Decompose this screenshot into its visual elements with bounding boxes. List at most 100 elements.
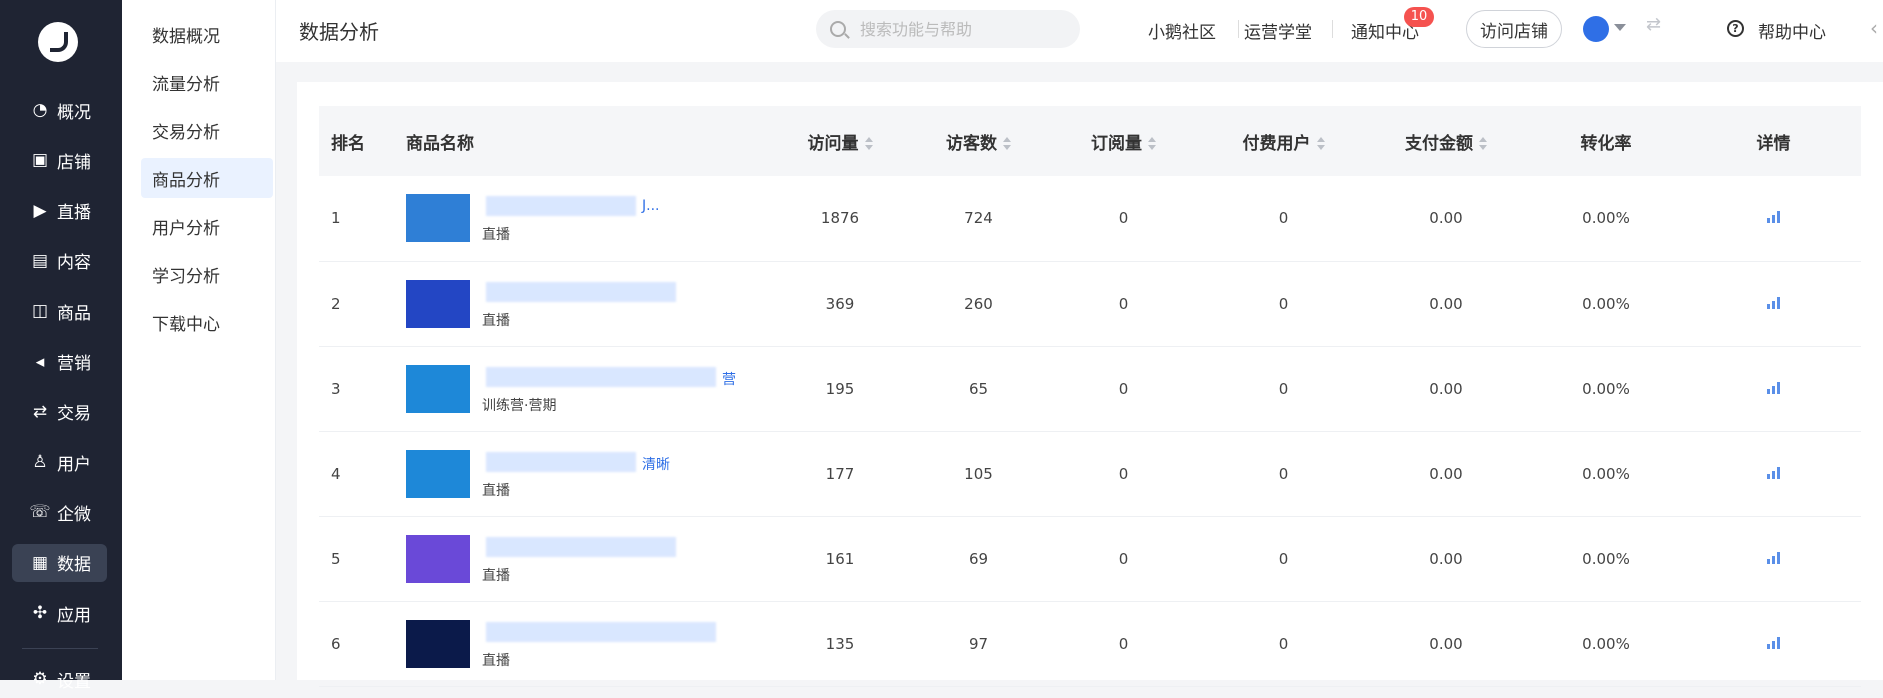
search-icon [830, 21, 846, 37]
table-row[interactable]: 3 营训练营·营期 195 65 0 0 0.00 0.00% [319, 346, 1861, 431]
academy-link[interactable]: 运营学堂 [1244, 18, 1312, 43]
blurred-text [486, 451, 636, 472]
visits-cell: 177 [825, 464, 855, 483]
nav-item-data[interactable]: ▦ 数据 [12, 543, 107, 582]
product-thumbnail[interactable] [406, 619, 470, 668]
table-row[interactable]: 2 直播 369 260 0 0 0.00 0.00% [319, 261, 1861, 346]
subnav-item[interactable]: 数据概况 [141, 14, 273, 54]
nav-item-wecom[interactable]: ☏ 企微 [12, 493, 107, 531]
nav-item-label: 交易 [57, 404, 91, 425]
product-name-link[interactable]: 营 [722, 369, 736, 389]
nav-item-apps[interactable]: ✣ 应用 [12, 594, 107, 632]
trend-chart-icon[interactable] [1766, 465, 1782, 479]
app-logo[interactable] [38, 22, 78, 62]
marketing-icon: ◂ [35, 351, 45, 372]
amount-cell: 0.00 [1429, 634, 1463, 653]
product-type: 直播 [482, 652, 510, 669]
nav-item-marketing[interactable]: ◂ 营销 [12, 343, 107, 381]
content-icon: ▤ [31, 250, 49, 271]
nav-item-goods[interactable]: ◫ 商品 [12, 292, 107, 330]
nav-item-live[interactable]: ▶ 直播 [12, 192, 107, 230]
product-type: 训练营·营期 [482, 397, 557, 414]
subnav-item[interactable]: 商品分析 [141, 158, 273, 198]
blurred-text [486, 366, 716, 387]
trend-chart-icon[interactable] [1766, 550, 1782, 564]
product-type: 直播 [482, 482, 510, 499]
trend-chart-icon[interactable] [1766, 295, 1782, 309]
content-card: 排名 商品名称 访问量 访客数 订阅量 付费用户 支付金额 转化率 详情 1 J.… [297, 82, 1883, 686]
subnav-item[interactable]: 学习分析 [141, 254, 273, 294]
col-rank: 排名 [331, 133, 365, 154]
subnav-item[interactable]: 交易分析 [141, 110, 273, 150]
avatar[interactable] [1583, 16, 1609, 42]
product-cell: J... 直播 [394, 176, 769, 261]
table-row[interactable]: 1 J... 直播 1876 724 0 0 0.00 0.00% [319, 176, 1861, 261]
col-subs[interactable]: 订阅量 [1046, 106, 1201, 176]
detail-cell [1686, 431, 1861, 516]
sort-icon[interactable] [864, 136, 873, 151]
table-row[interactable]: 6 直播 135 97 0 0 0.00 0.00% [319, 601, 1861, 686]
chevron-down-icon[interactable] [1614, 24, 1626, 31]
visitors-cell: 97 [968, 634, 989, 653]
nav-item-trade[interactable]: ⇄ 交易 [12, 393, 107, 431]
page-title: 数据分析 [299, 20, 379, 44]
col-visits[interactable]: 访问量 [769, 106, 911, 176]
nav-item-users[interactable]: ♙ 用户 [12, 443, 107, 481]
nav-item-label: 用户 [57, 454, 91, 475]
search-input[interactable] [858, 18, 1062, 40]
visits-cell: 161 [825, 549, 855, 568]
visits-cell: 195 [825, 379, 855, 398]
data-icon: ▦ [31, 552, 49, 573]
product-name-link[interactable]: 清晰 [642, 454, 670, 474]
sort-icon[interactable] [1479, 136, 1487, 151]
subnav-item[interactable]: 下载中心 [141, 302, 273, 342]
product-name-link[interactable]: J... [642, 198, 659, 214]
table-row[interactable]: 4 清晰 直播 177 105 0 0 0.00 0.00% [319, 431, 1861, 516]
visitors-cell: 69 [968, 549, 989, 568]
trend-chart-icon[interactable] [1766, 380, 1782, 394]
community-link[interactable]: 小鹅社区 [1148, 18, 1216, 43]
nav-item-content[interactable]: ▤ 内容 [12, 242, 107, 280]
search-box[interactable] [816, 10, 1080, 48]
subnav-item[interactable]: 用户分析 [141, 206, 273, 246]
goods-icon: ◫ [31, 301, 49, 322]
sort-icon[interactable] [1003, 136, 1011, 151]
rank-cell: 6 [331, 634, 341, 653]
product-thumbnail[interactable] [406, 279, 470, 328]
nav-item-label: 数据 [57, 555, 91, 576]
col-amount[interactable]: 支付金额 [1366, 106, 1526, 176]
sort-icon[interactable] [1148, 136, 1156, 151]
product-type: 直播 [482, 227, 510, 244]
nav-item-overview[interactable]: ◔ 概况 [12, 91, 107, 129]
col-visitors[interactable]: 访客数 [911, 106, 1046, 176]
visit-shop-button[interactable]: 访问店铺 [1466, 10, 1562, 48]
nav-item-settings[interactable]: ⚙ 设置 [12, 660, 107, 698]
col-paid-users[interactable]: 付费用户 [1201, 106, 1366, 176]
table-header: 排名 商品名称 访问量 访客数 订阅量 付费用户 支付金额 转化率 详情 [319, 106, 1861, 176]
amount-cell: 0.00 [1429, 294, 1463, 313]
amount-cell: 0.00 [1429, 209, 1463, 228]
nav-item-label: 设置 [57, 671, 91, 692]
rank-cell: 5 [331, 549, 341, 568]
help-center-link[interactable]: 帮助中心 [1758, 18, 1826, 43]
divider [1332, 20, 1333, 38]
product-thumbnail[interactable] [406, 534, 470, 583]
help-icon[interactable]: ? [1727, 20, 1744, 37]
collapse-icon[interactable]: ‹ [1870, 16, 1878, 40]
subnav-item[interactable]: 流量分析 [141, 62, 273, 102]
col-name: 商品名称 [406, 133, 474, 154]
trend-chart-icon[interactable] [1766, 635, 1782, 649]
product-thumbnail[interactable] [406, 449, 470, 498]
trend-chart-icon[interactable] [1766, 209, 1782, 224]
rank-cell: 1 [331, 209, 341, 228]
paid-users-cell: 0 [1278, 294, 1289, 313]
nav-item-shop[interactable]: ▣ 店铺 [12, 141, 107, 179]
visits-cell: 1876 [820, 209, 860, 228]
paid-users-cell: 0 [1278, 464, 1289, 483]
table-row[interactable]: 5 直播 161 69 0 0 0.00 0.00% [319, 516, 1861, 601]
product-thumbnail[interactable] [406, 364, 470, 413]
switch-icon[interactable]: ⇄ [1646, 14, 1661, 35]
paid-users-cell: 0 [1278, 549, 1289, 568]
product-thumbnail[interactable] [406, 194, 470, 243]
sort-icon[interactable] [1316, 136, 1325, 151]
